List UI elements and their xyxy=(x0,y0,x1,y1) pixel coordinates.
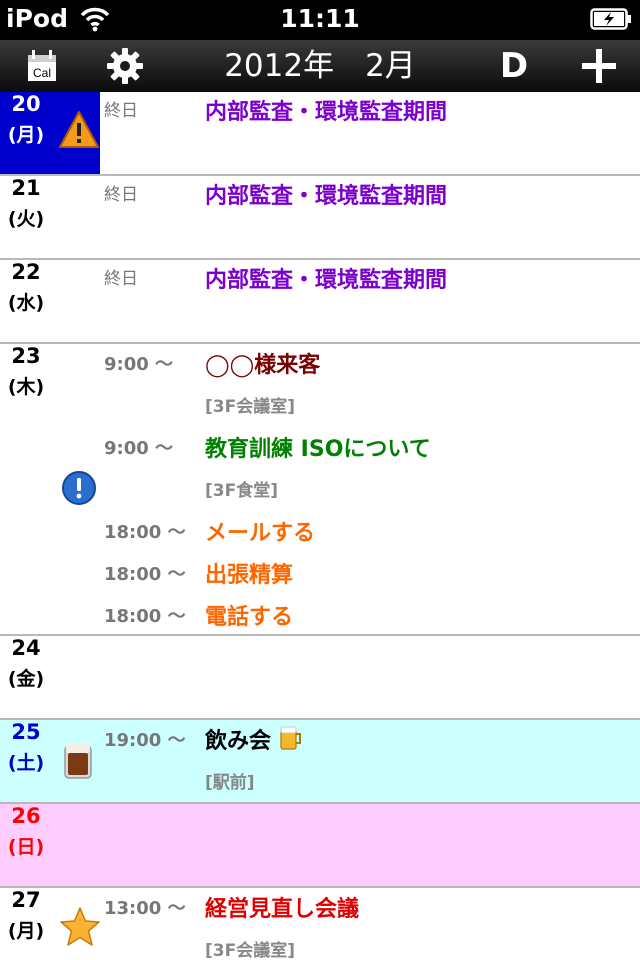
status-bar: iPod 11:11 xyxy=(0,0,640,40)
event-title-text: 飲み会 xyxy=(205,729,272,754)
weekday-label: (日) xyxy=(7,836,45,858)
event-time: 19:00 〜 xyxy=(104,730,186,751)
battery-icon xyxy=(590,8,632,34)
event-time: 9:00 〜 xyxy=(104,354,174,375)
event-location: [3F会議室] xyxy=(205,397,295,417)
date-cell: 22 (水) xyxy=(0,260,100,342)
date-cell: 21 (火) xyxy=(0,176,100,258)
date-cell: 25 (土) xyxy=(0,720,100,802)
calendar-icon: Cal xyxy=(28,50,56,81)
weekday-label: (水) xyxy=(7,292,45,314)
event-time: 18:00 〜 xyxy=(104,522,186,543)
add-event-button[interactable] xyxy=(578,40,620,92)
date-number: 24 xyxy=(11,636,41,660)
day-row-20[interactable]: 20 (月) 終日 内部監査・環境監査期間 xyxy=(0,92,640,176)
date-number: 23 xyxy=(11,344,41,368)
info-icon xyxy=(61,470,97,510)
event-title[interactable]: 経営見直し会議 xyxy=(205,891,359,923)
event-title[interactable]: 出張精算 xyxy=(205,557,293,589)
event-time: 終日 xyxy=(104,101,138,121)
beer-emoji-icon xyxy=(279,725,303,757)
weekday-label: (木) xyxy=(7,376,45,398)
event-title[interactable]: 電話する xyxy=(205,599,293,631)
event-location: [駅前] xyxy=(205,773,255,793)
event-time: 18:00 〜 xyxy=(104,564,186,585)
calendar-button[interactable]: Cal xyxy=(22,40,62,92)
day-row-23[interactable]: 23 (木) 9:00 〜 ◯◯様来客 [3F会議室] 9:00 〜 教育訓練 … xyxy=(0,344,640,636)
event-title[interactable]: 内部監査・環境監査期間 xyxy=(205,178,447,210)
date-number: 25 xyxy=(11,720,41,744)
date-cell: 26 (日) xyxy=(0,804,100,886)
star-icon xyxy=(58,906,102,952)
gear-icon xyxy=(107,48,143,84)
event-time: 13:00 〜 xyxy=(104,898,186,919)
weekday-label: (土) xyxy=(7,752,45,774)
warning-icon xyxy=(58,110,100,154)
event-title[interactable]: 教育訓練 ISOについて xyxy=(205,431,431,463)
event-location: [3F会議室] xyxy=(205,941,295,960)
date-number: 21 xyxy=(11,176,41,200)
event-time: 終日 xyxy=(104,185,138,205)
event-title[interactable]: 内部監査・環境監査期間 xyxy=(205,262,447,294)
event-title[interactable]: 飲み会 xyxy=(205,723,303,757)
month-title: 2012年 2月 xyxy=(224,48,416,84)
clock-label: 11:11 xyxy=(280,4,360,33)
day-row-27[interactable]: 27 (月) 13:00 〜 経営見直し会議 [3F会議室] xyxy=(0,888,640,960)
day-row-26[interactable]: 26 (日) xyxy=(0,804,640,888)
day-row-24[interactable]: 24 (金) xyxy=(0,636,640,720)
calendar-toolbar: Cal 2012年 2月 D xyxy=(0,40,640,92)
plus-icon xyxy=(582,49,616,83)
day-view-button[interactable]: D xyxy=(494,40,534,92)
event-location: [3F食堂] xyxy=(205,481,278,501)
date-cell: 23 (木) xyxy=(0,344,100,426)
event-title[interactable]: ◯◯様来客 xyxy=(205,347,320,379)
beer-mug-icon xyxy=(62,740,94,784)
settings-button[interactable] xyxy=(104,40,146,92)
event-time: 9:00 〜 xyxy=(104,438,174,459)
event-time: 18:00 〜 xyxy=(104,606,186,627)
today-date-cell: 20 (月) xyxy=(0,92,100,174)
event-title[interactable]: 内部監査・環境監査期間 xyxy=(205,94,447,126)
day-row-25[interactable]: 25 (土) 19:00 〜 飲み会 [駅前] xyxy=(0,720,640,804)
day-row-21[interactable]: 21 (火) 終日 内部監査・環境監査期間 xyxy=(0,176,640,260)
date-cell: 27 (月) xyxy=(0,888,100,960)
day-row-22[interactable]: 22 (水) 終日 内部監査・環境監査期間 xyxy=(0,260,640,344)
weekday-label: (月) xyxy=(7,920,45,942)
date-cell: 24 (金) xyxy=(0,636,100,718)
date-number: 27 xyxy=(11,888,41,912)
date-number: 20 xyxy=(11,92,41,116)
weekday-label: (金) xyxy=(7,668,45,690)
date-number: 26 xyxy=(11,804,41,828)
calendar-icon-label: Cal xyxy=(33,66,51,80)
date-number: 22 xyxy=(11,260,41,284)
event-title[interactable]: メールする xyxy=(205,515,315,547)
weekday-label: (火) xyxy=(7,208,45,230)
event-time: 終日 xyxy=(104,269,138,289)
weekday-label: (月) xyxy=(7,124,45,146)
